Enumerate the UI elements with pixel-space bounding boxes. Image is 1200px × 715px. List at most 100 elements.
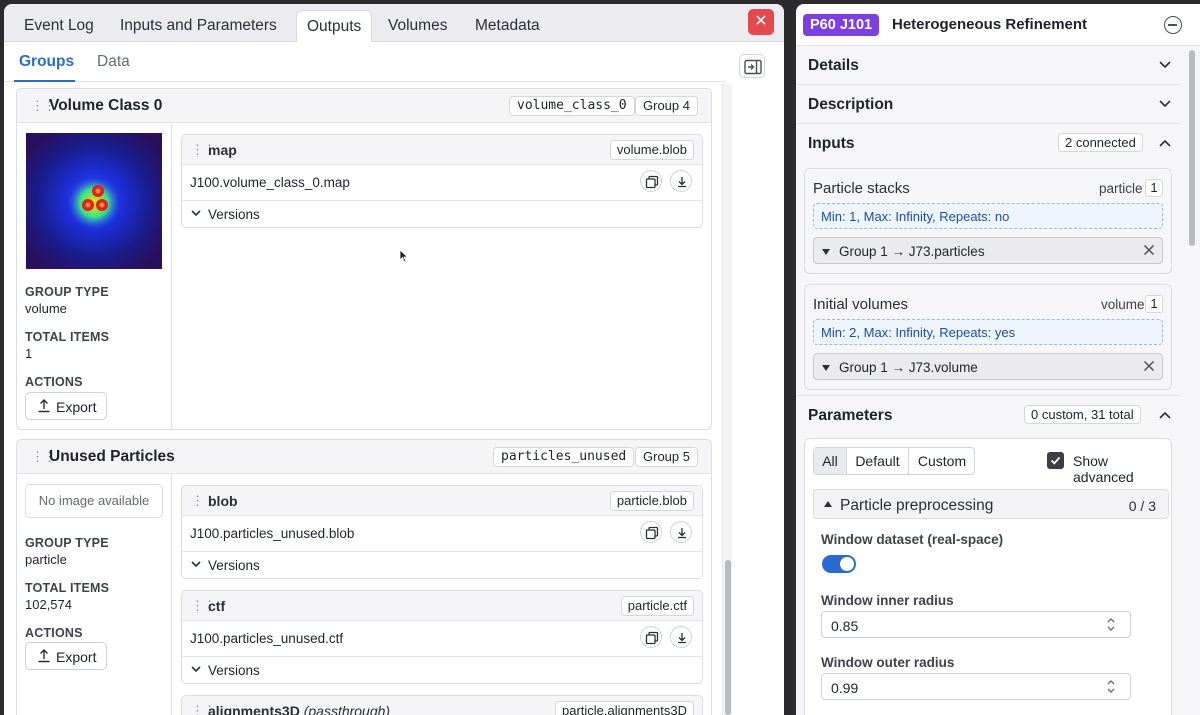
param-label: Window outer radius: [821, 655, 954, 670]
job-header: P60 J101 Heterogeneous Refinement: [796, 4, 1200, 46]
input-connection[interactable]: Group 1 → J73.particles: [813, 237, 1163, 264]
total-items-label: TOTAL ITEMS: [25, 581, 109, 595]
copy-icon: [645, 631, 659, 645]
category-count: 0 / 3: [1129, 498, 1156, 514]
filter-default-button[interactable]: Default: [847, 448, 909, 474]
window-dataset-toggle[interactable]: [822, 555, 856, 573]
group-header: ⋮⋮ Volume Class 0 volume_class_0 Group 4: [17, 89, 711, 123]
remove-connection-icon[interactable]: [1142, 243, 1156, 257]
slot-header: ⋮⋮ alignments3D (passthrough) particle.a…: [182, 696, 702, 715]
section-description[interactable]: Description: [796, 85, 1180, 124]
upload-icon: [36, 398, 52, 414]
versions-toggle[interactable]: Versions: [182, 657, 702, 683]
section-title: Description: [808, 96, 893, 114]
tab-bar: Event Log Inputs and Parameters Outputs …: [4, 4, 784, 42]
filter-custom-button[interactable]: Custom: [909, 448, 975, 474]
slot-type-badge: particle.blob: [610, 491, 694, 511]
param-label: Window inner radius: [821, 593, 954, 608]
group-type-value: particle: [25, 552, 67, 567]
section-details[interactable]: Details: [796, 46, 1180, 85]
tab-inputs-and-parameters[interactable]: Inputs and Parameters: [110, 10, 287, 42]
category-title: Particle preprocessing: [840, 497, 993, 515]
check-icon: [1049, 454, 1062, 467]
group-header: ⋮⋮ Unused Particles particles_unused Gro…: [17, 440, 711, 474]
parameters-count-badge: 0 custom, 31 total: [1024, 405, 1141, 424]
sub-tab-bar: Groups Data: [4, 42, 726, 82]
slot-type-badge: volume.blob: [610, 140, 694, 160]
group-name-badge: volume_class_0: [509, 96, 635, 116]
stepper-icon[interactable]: [1106, 616, 1116, 633]
subtab-groups[interactable]: Groups: [19, 53, 74, 71]
export-button[interactable]: Export: [25, 392, 107, 420]
chevron-down-icon: [190, 663, 202, 675]
output-slot: ⋮⋮ ctf particle.ctf J100.particles_unuse…: [181, 590, 703, 684]
input-constraint: Min: 1, Max: Infinity, Repeats: no: [813, 203, 1163, 229]
copy-path-button[interactable]: [640, 626, 662, 648]
slot-name: ctf: [208, 598, 225, 614]
connection-label: Group 1 → J73.particles: [839, 244, 985, 259]
input-type: volume: [1101, 297, 1145, 312]
job-id-badge[interactable]: P60 J101: [803, 14, 879, 36]
parameter-category-header[interactable]: Particle preprocessing 0 / 3: [813, 489, 1169, 519]
group-title: Unused Particles: [49, 448, 175, 466]
mouse-cursor-icon: [399, 249, 409, 263]
panel-expand-icon: [744, 59, 762, 75]
input-value: 0.99: [831, 680, 858, 696]
download-button[interactable]: [670, 521, 692, 543]
tab-outputs[interactable]: Outputs: [296, 10, 372, 42]
copy-icon: [645, 175, 659, 189]
window-inner-radius-input[interactable]: 0.85: [821, 611, 1131, 638]
active-subtab-indicator: [14, 80, 75, 82]
chevron-up-icon: [1158, 138, 1172, 148]
total-items-value: 1: [25, 346, 32, 361]
chevron-down-icon: [190, 207, 202, 219]
section-parameters[interactable]: Parameters 0 custom, 31 total: [796, 395, 1180, 434]
expand-sidebar-button[interactable]: [739, 54, 765, 78]
total-items-value: 102,574: [25, 597, 72, 612]
group-type-label: GROUP TYPE: [25, 285, 109, 299]
caret-up-icon: [824, 501, 832, 507]
window-outer-radius-input[interactable]: 0.99: [821, 673, 1131, 700]
close-button[interactable]: ✕: [748, 9, 774, 35]
section-title: Inputs: [808, 135, 855, 153]
group-summary: GROUP TYPE volume TOTAL ITEMS 1 ACTIONS …: [17, 123, 172, 429]
param-label: Window dataset (real-space): [821, 532, 1003, 547]
job-title: Heterogeneous Refinement: [892, 16, 1087, 33]
input-connection[interactable]: Group 1 → J73.volume: [813, 353, 1163, 380]
slot-type-badge: particle.alignments3D: [555, 701, 694, 715]
input-title: Particle stacks: [813, 180, 910, 197]
collapse-panel-icon[interactable]: [1164, 16, 1182, 34]
download-icon: [675, 631, 689, 645]
versions-toggle[interactable]: Versions: [182, 552, 702, 578]
tab-metadata[interactable]: Metadata: [465, 10, 550, 42]
show-advanced-checkbox[interactable]: [1047, 452, 1064, 469]
scrollbar-thumb[interactable]: [725, 560, 731, 715]
download-button[interactable]: [670, 170, 692, 192]
tab-volumes[interactable]: Volumes: [378, 10, 457, 42]
subtab-data[interactable]: Data: [97, 53, 130, 71]
upload-icon: [36, 648, 52, 664]
group-name-badge: particles_unused: [493, 447, 634, 467]
tab-event-log[interactable]: Event Log: [14, 10, 104, 42]
input-value: 0.85: [831, 618, 858, 634]
download-button[interactable]: [670, 626, 692, 648]
slot-file-row: J100.particles_unused.ctf: [182, 621, 702, 657]
chevron-up-icon: [1158, 410, 1172, 420]
copy-path-button[interactable]: [640, 521, 662, 543]
export-label: Export: [56, 399, 96, 415]
caret-down-icon: [822, 365, 830, 371]
slot-file-row: J100.particles_unused.blob: [182, 516, 702, 552]
stepper-icon[interactable]: [1106, 678, 1116, 695]
scrollbar-thumb[interactable]: [1189, 50, 1195, 246]
remove-connection-icon[interactable]: [1142, 359, 1156, 373]
input-constraint: Min: 2, Max: Infinity, Repeats: yes: [813, 319, 1163, 345]
copy-icon: [645, 526, 659, 540]
export-button[interactable]: Export: [25, 642, 107, 670]
section-inputs[interactable]: Inputs 2 connected: [796, 124, 1180, 163]
copy-path-button[interactable]: [640, 170, 662, 192]
chevron-down-icon: [1158, 99, 1172, 109]
versions-toggle[interactable]: Versions: [182, 201, 702, 227]
total-items-label: TOTAL ITEMS: [25, 330, 109, 344]
actions-label: ACTIONS: [25, 375, 83, 389]
filter-all-button[interactable]: All: [814, 448, 847, 474]
